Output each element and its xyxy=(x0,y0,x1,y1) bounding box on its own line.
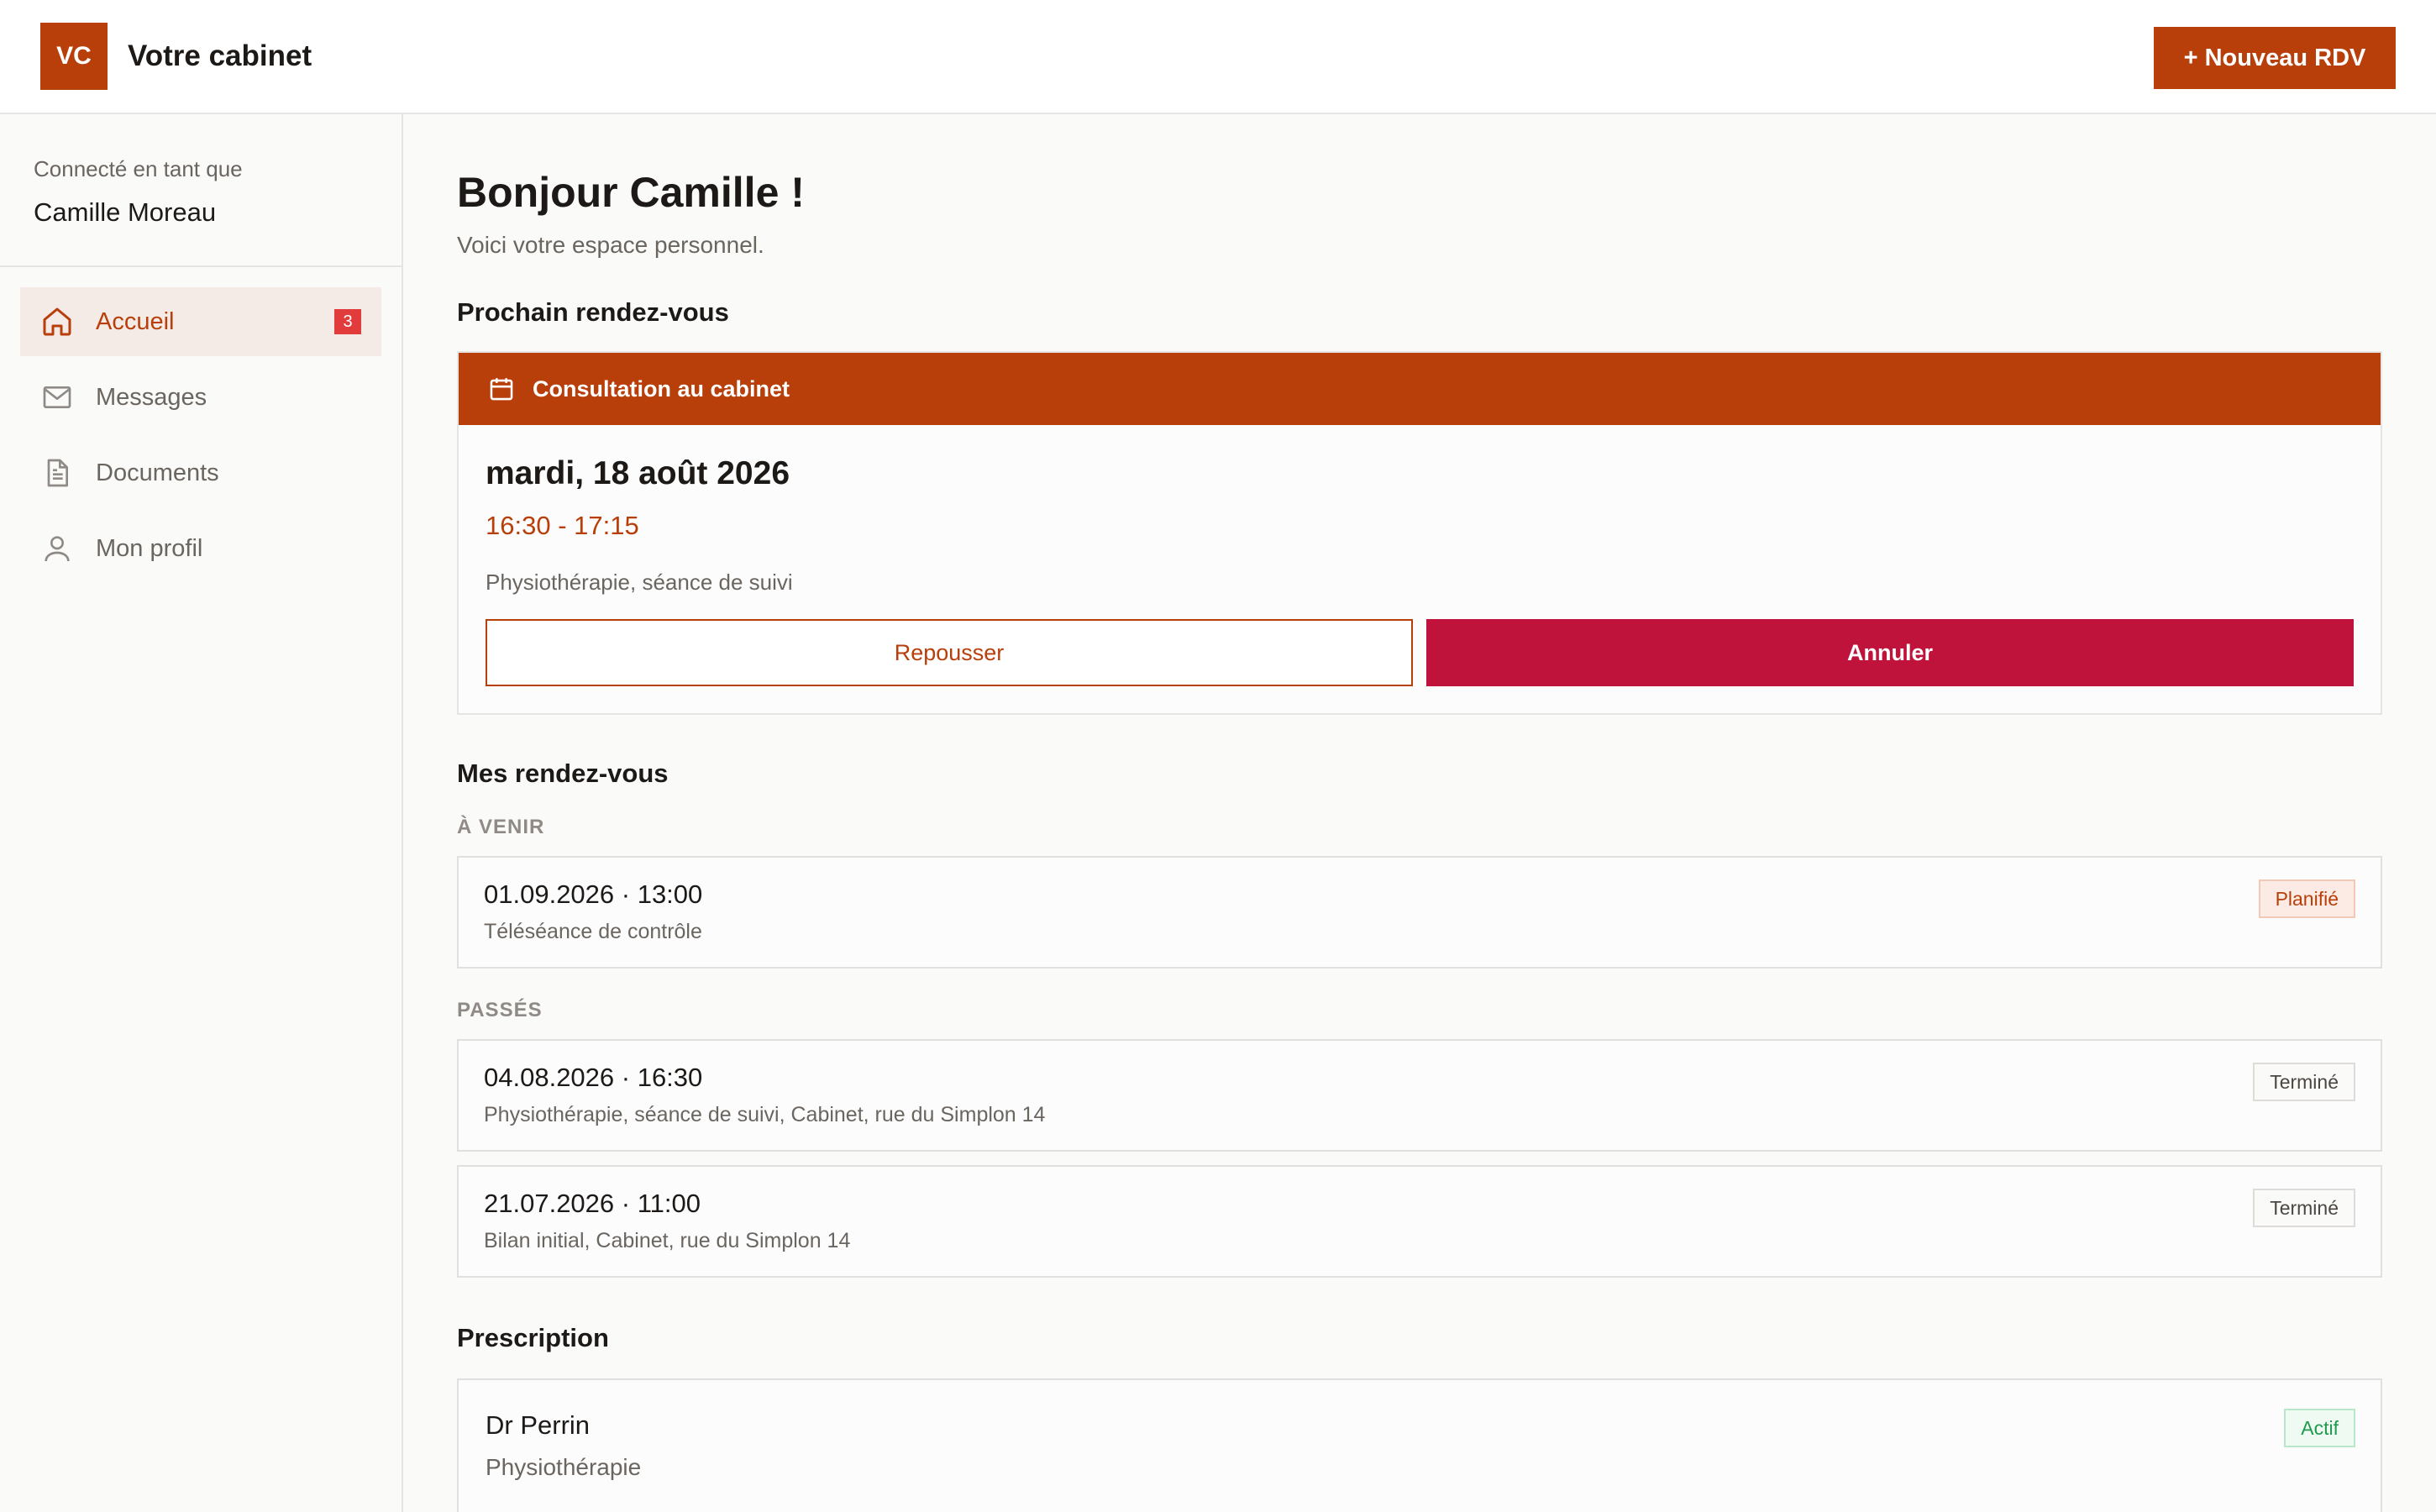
mail-icon xyxy=(40,381,74,414)
page-title: Bonjour Camille ! xyxy=(457,169,805,216)
main-content: Bonjour Camille ! Voici votre espace per… xyxy=(403,114,2436,1512)
prescription-card[interactable]: Dr Perrin Physiothérapie Actif xyxy=(457,1378,2382,1512)
appointment-description: Physiothérapie, séance de suivi, Cabinet… xyxy=(484,1103,1046,1126)
status-badge: Planifié xyxy=(2258,879,2355,918)
appointment-date: mardi, 18 août 2026 xyxy=(486,455,790,491)
calendar-icon xyxy=(490,378,513,401)
appointment-datetime: 21.07.2026 · 11:00 xyxy=(484,1189,701,1218)
sidebar-item-label: Messages xyxy=(96,383,207,411)
past-label: PASSÉS xyxy=(457,999,543,1021)
sidebar-item-label: Accueil xyxy=(96,307,175,335)
prescription-field: Physiothérapie xyxy=(486,1454,642,1480)
appointment-row[interactable]: 01.09.2026 · 13:00 Téléséance de contrôl… xyxy=(457,856,2382,969)
next-appointment-header: Consultation au cabinet xyxy=(459,353,2381,425)
document-icon xyxy=(40,456,74,490)
postpone-button[interactable]: Repousser xyxy=(486,619,1413,686)
page-subtitle: Voici votre espace personnel. xyxy=(457,232,764,258)
sidebar-item-accueil[interactable]: Accueil 3 xyxy=(20,287,381,356)
sidebar-item-mon-profil[interactable]: Mon profil xyxy=(20,514,381,583)
appointment-type: Consultation au cabinet xyxy=(533,375,790,402)
sidebar-item-documents[interactable]: Documents xyxy=(20,438,381,507)
cancel-button[interactable]: Annuler xyxy=(1426,619,2354,686)
appointments-heading: Mes rendez-vous xyxy=(457,759,669,788)
appointment-actions: Repousser Annuler xyxy=(486,619,2354,686)
status-badge: Terminé xyxy=(2253,1063,2355,1101)
appointment-row[interactable]: 04.08.2026 · 16:30 Physiothérapie, séanc… xyxy=(457,1039,2382,1152)
appointment-description: Bilan initial, Cabinet, rue du Simplon 1… xyxy=(484,1229,851,1252)
appointment-description: Physiothérapie, séance de suivi xyxy=(486,570,793,595)
next-appointment-card: Consultation au cabinet mardi, 18 août 2… xyxy=(457,351,2382,715)
brand-logo[interactable]: VC xyxy=(40,23,108,90)
prescription-heading: Prescription xyxy=(457,1323,609,1352)
top-header: VC Votre cabinet + Nouveau RDV xyxy=(0,0,2436,114)
user-caption: Connecté en tant que xyxy=(34,156,243,181)
user-block: Connecté en tant que Camille Moreau xyxy=(0,114,402,267)
app-root: VC Votre cabinet + Nouveau RDV Connecté … xyxy=(0,0,2436,1512)
prescription-doctor: Dr Perrin xyxy=(486,1410,591,1440)
sidebar: Connecté en tant que Camille Moreau Accu… xyxy=(0,114,403,1512)
brand-name: Votre cabinet xyxy=(128,39,312,72)
new-appointment-button[interactable]: + Nouveau RDV xyxy=(2154,27,2396,89)
home-icon xyxy=(40,305,74,339)
appointment-datetime: 04.08.2026 · 16:30 xyxy=(484,1063,703,1092)
notification-badge: 3 xyxy=(334,309,361,334)
appointment-time: 16:30 - 17:15 xyxy=(486,511,639,540)
user-icon xyxy=(40,532,74,565)
upcoming-label: À VENIR xyxy=(457,816,545,838)
sidebar-item-label: Documents xyxy=(96,459,219,486)
user-name: Camille Moreau xyxy=(34,197,217,227)
sidebar-item-messages[interactable]: Messages xyxy=(20,363,381,432)
appointment-description: Téléséance de contrôle xyxy=(484,920,702,943)
sidebar-item-label: Mon profil xyxy=(96,534,203,562)
sidebar-nav: Accueil 3 Messages Documents Mon profil xyxy=(0,267,402,610)
appointment-datetime: 01.09.2026 · 13:00 xyxy=(484,879,703,909)
next-appointment-body: mardi, 18 août 2026 16:30 - 17:15 Physio… xyxy=(459,425,2381,713)
status-badge: Terminé xyxy=(2253,1189,2355,1227)
status-badge: Actif xyxy=(2284,1409,2355,1447)
next-appointment-heading: Prochain rendez-vous xyxy=(457,297,729,327)
appointment-row[interactable]: 21.07.2026 · 11:00 Bilan initial, Cabine… xyxy=(457,1165,2382,1278)
